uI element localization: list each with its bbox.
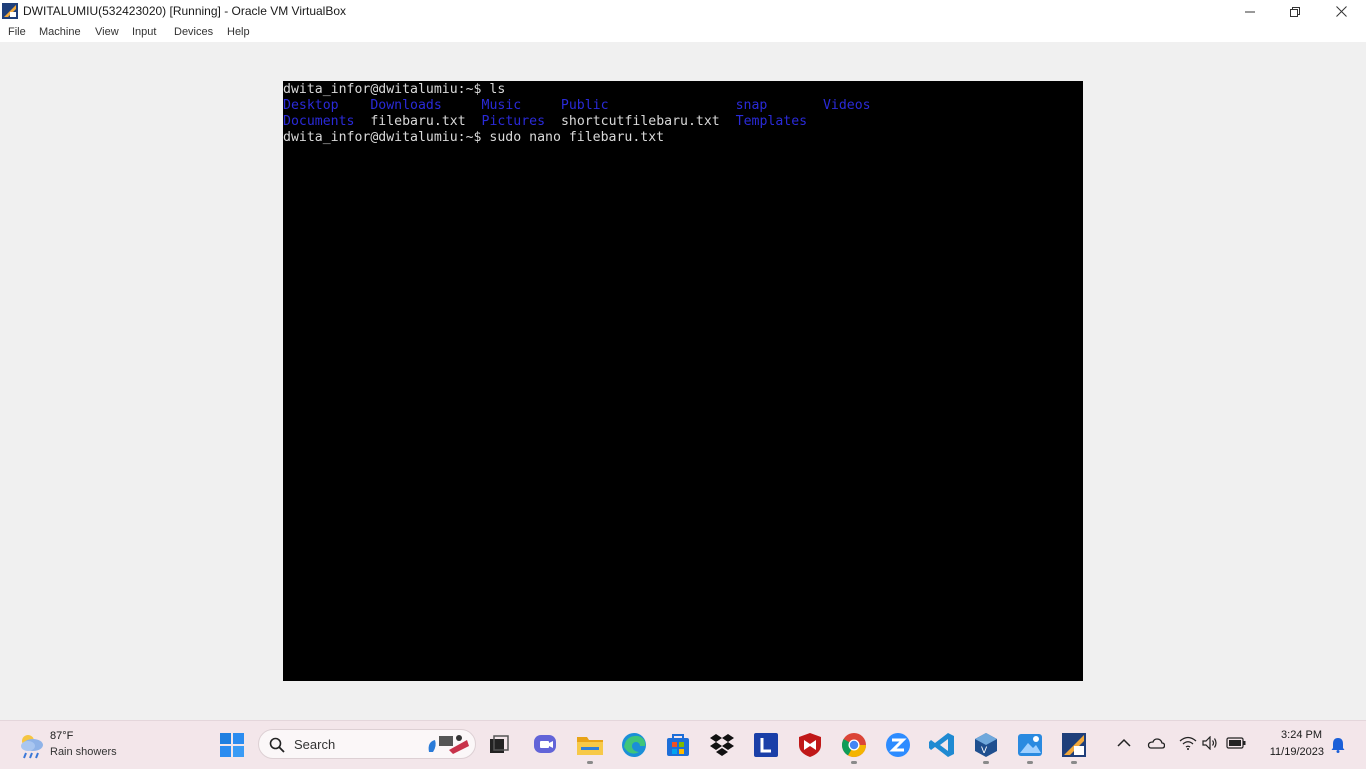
l-app-icon[interactable] bbox=[752, 731, 780, 759]
virtualbox-icon: V bbox=[975, 733, 997, 757]
dir-music: Music bbox=[481, 98, 522, 113]
minimize-button[interactable] bbox=[1227, 0, 1273, 23]
wifi-icon[interactable] bbox=[1179, 736, 1197, 750]
virtualbox-vm-icon bbox=[1062, 733, 1086, 757]
dropbox-icon[interactable] bbox=[708, 731, 736, 759]
dir-snap: snap bbox=[735, 98, 768, 113]
vscode-icon[interactable] bbox=[928, 731, 956, 759]
restore-button[interactable] bbox=[1272, 0, 1318, 23]
search-icon bbox=[269, 737, 285, 753]
clock-time[interactable]: 3:24 PM bbox=[1270, 729, 1322, 741]
dir-downloads: Downloads bbox=[370, 98, 442, 113]
dir-pictures: Pictures bbox=[481, 114, 546, 129]
menu-view[interactable]: View bbox=[95, 26, 119, 38]
file-explorer-button[interactable] bbox=[576, 731, 604, 764]
running-indicator bbox=[1027, 761, 1033, 764]
onedrive-icon[interactable] bbox=[1147, 737, 1165, 749]
chrome-button[interactable] bbox=[840, 731, 868, 764]
taskbar-search-box[interactable]: Search bbox=[258, 729, 476, 759]
windows-start-icon[interactable] bbox=[220, 733, 244, 757]
menu-devices[interactable]: Devices bbox=[174, 26, 213, 38]
file-shortcutfilebaru: shortcutfilebaru.txt bbox=[560, 114, 720, 129]
terminal-line-1: dwita_infor@dwitalumiu:~$ ls bbox=[283, 82, 506, 97]
menu-bar: File Machine View Input Devices Help bbox=[0, 23, 1366, 42]
window-title: DWITALUMIU(532423020) [Running] - Oracle… bbox=[23, 4, 347, 18]
dir-public: Public bbox=[560, 98, 609, 113]
file-filebaru: filebaru.txt bbox=[370, 114, 466, 129]
task-view-icon[interactable] bbox=[488, 734, 510, 756]
volume-icon[interactable] bbox=[1202, 736, 1218, 750]
menu-help[interactable]: Help bbox=[227, 26, 250, 38]
microsoft-store-icon[interactable] bbox=[664, 731, 692, 759]
virtualbox-vm-button[interactable] bbox=[1060, 731, 1088, 764]
running-indicator bbox=[851, 761, 857, 764]
clock-date[interactable]: 11/19/2023 bbox=[1258, 746, 1324, 758]
chevron-up-icon[interactable] bbox=[1117, 738, 1131, 748]
terminal-output: dwita_infor@dwitalumiu:~$ ls Desktop Dow… bbox=[283, 82, 871, 146]
search-label: Search bbox=[294, 737, 336, 752]
weather-temperature: 87°F bbox=[50, 730, 74, 742]
virtualbox-app-icon bbox=[2, 3, 18, 19]
dir-desktop: Desktop bbox=[283, 98, 339, 113]
notification-bell-icon[interactable] bbox=[1331, 737, 1345, 753]
running-indicator bbox=[1071, 761, 1077, 764]
svg-text:V: V bbox=[981, 746, 988, 756]
battery-icon[interactable] bbox=[1226, 737, 1246, 749]
running-indicator bbox=[983, 761, 989, 764]
teams-chat-icon[interactable] bbox=[532, 731, 560, 759]
weather-description: Rain showers bbox=[50, 746, 117, 758]
file-explorer-icon bbox=[577, 737, 603, 755]
dir-videos: Videos bbox=[822, 98, 871, 113]
close-button[interactable] bbox=[1318, 0, 1364, 23]
terminal-line-4: dwita_infor@dwitalumiu:~$ sudo nano file… bbox=[283, 130, 665, 145]
minimize-icon bbox=[1245, 11, 1255, 12]
restore-icon bbox=[1290, 6, 1300, 17]
title-bar[interactable]: DWITALUMIU(532423020) [Running] - Oracle… bbox=[0, 0, 1366, 23]
rain-cloud-icon bbox=[21, 735, 43, 759]
virtualbox-button[interactable]: V bbox=[972, 731, 1000, 764]
dir-templates: Templates bbox=[735, 114, 808, 129]
zoom-icon[interactable] bbox=[884, 731, 912, 759]
vm-display[interactable]: dwita_infor@dwitalumiu:~$ ls Desktop Dow… bbox=[283, 81, 1083, 681]
chrome-icon bbox=[841, 733, 866, 758]
edge-icon[interactable] bbox=[620, 731, 648, 759]
mcafee-icon[interactable] bbox=[796, 731, 824, 759]
close-icon bbox=[1335, 6, 1347, 17]
paint-button[interactable] bbox=[1016, 731, 1044, 764]
running-indicator bbox=[587, 761, 593, 764]
dir-documents: Documents bbox=[283, 114, 355, 129]
paint-icon bbox=[1018, 734, 1042, 756]
menu-input[interactable]: Input bbox=[132, 26, 156, 38]
menu-machine[interactable]: Machine bbox=[39, 26, 81, 38]
taskbar: 87°F Rain showers Search V 3:24 PM 11/19… bbox=[0, 720, 1366, 769]
menu-file[interactable]: File bbox=[8, 26, 26, 38]
search-highlight-icon bbox=[428, 735, 469, 754]
